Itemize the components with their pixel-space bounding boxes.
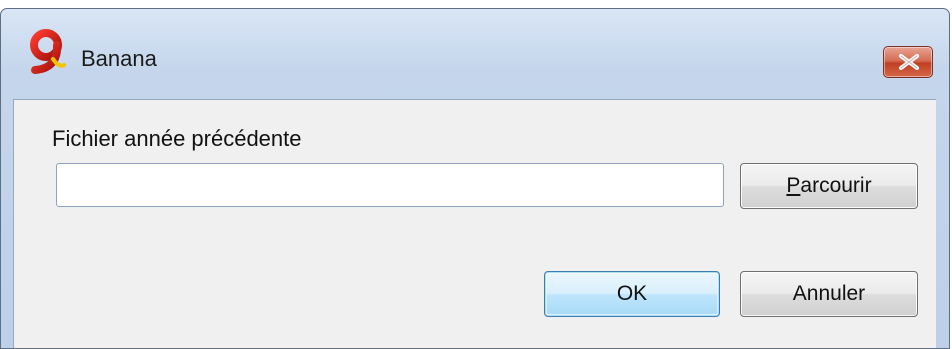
browse-button[interactable]: Parcourir	[740, 163, 918, 209]
close-button[interactable]	[883, 46, 933, 78]
cancel-button[interactable]: Annuler	[740, 271, 918, 317]
banana-9-logo-icon	[27, 29, 67, 75]
cancel-button-label: Annuler	[792, 282, 866, 305]
close-x-icon	[899, 54, 919, 70]
ok-button[interactable]: OK	[544, 271, 720, 317]
dialog-window: Banana Fichier année précédente Parcouri…	[0, 8, 950, 349]
dialog-body: Fichier année précédente Parcourir OK An…	[13, 99, 936, 348]
previous-year-file-input[interactable]	[56, 163, 724, 207]
title-bar[interactable]: Banana	[1, 9, 949, 99]
browse-button-label: arcourir	[800, 174, 872, 197]
browse-accelerator-letter: P	[786, 174, 801, 197]
previous-year-file-label: Fichier année précédente	[52, 126, 302, 151]
ok-button-label: OK	[616, 282, 648, 305]
window-title: Banana	[81, 46, 157, 71]
